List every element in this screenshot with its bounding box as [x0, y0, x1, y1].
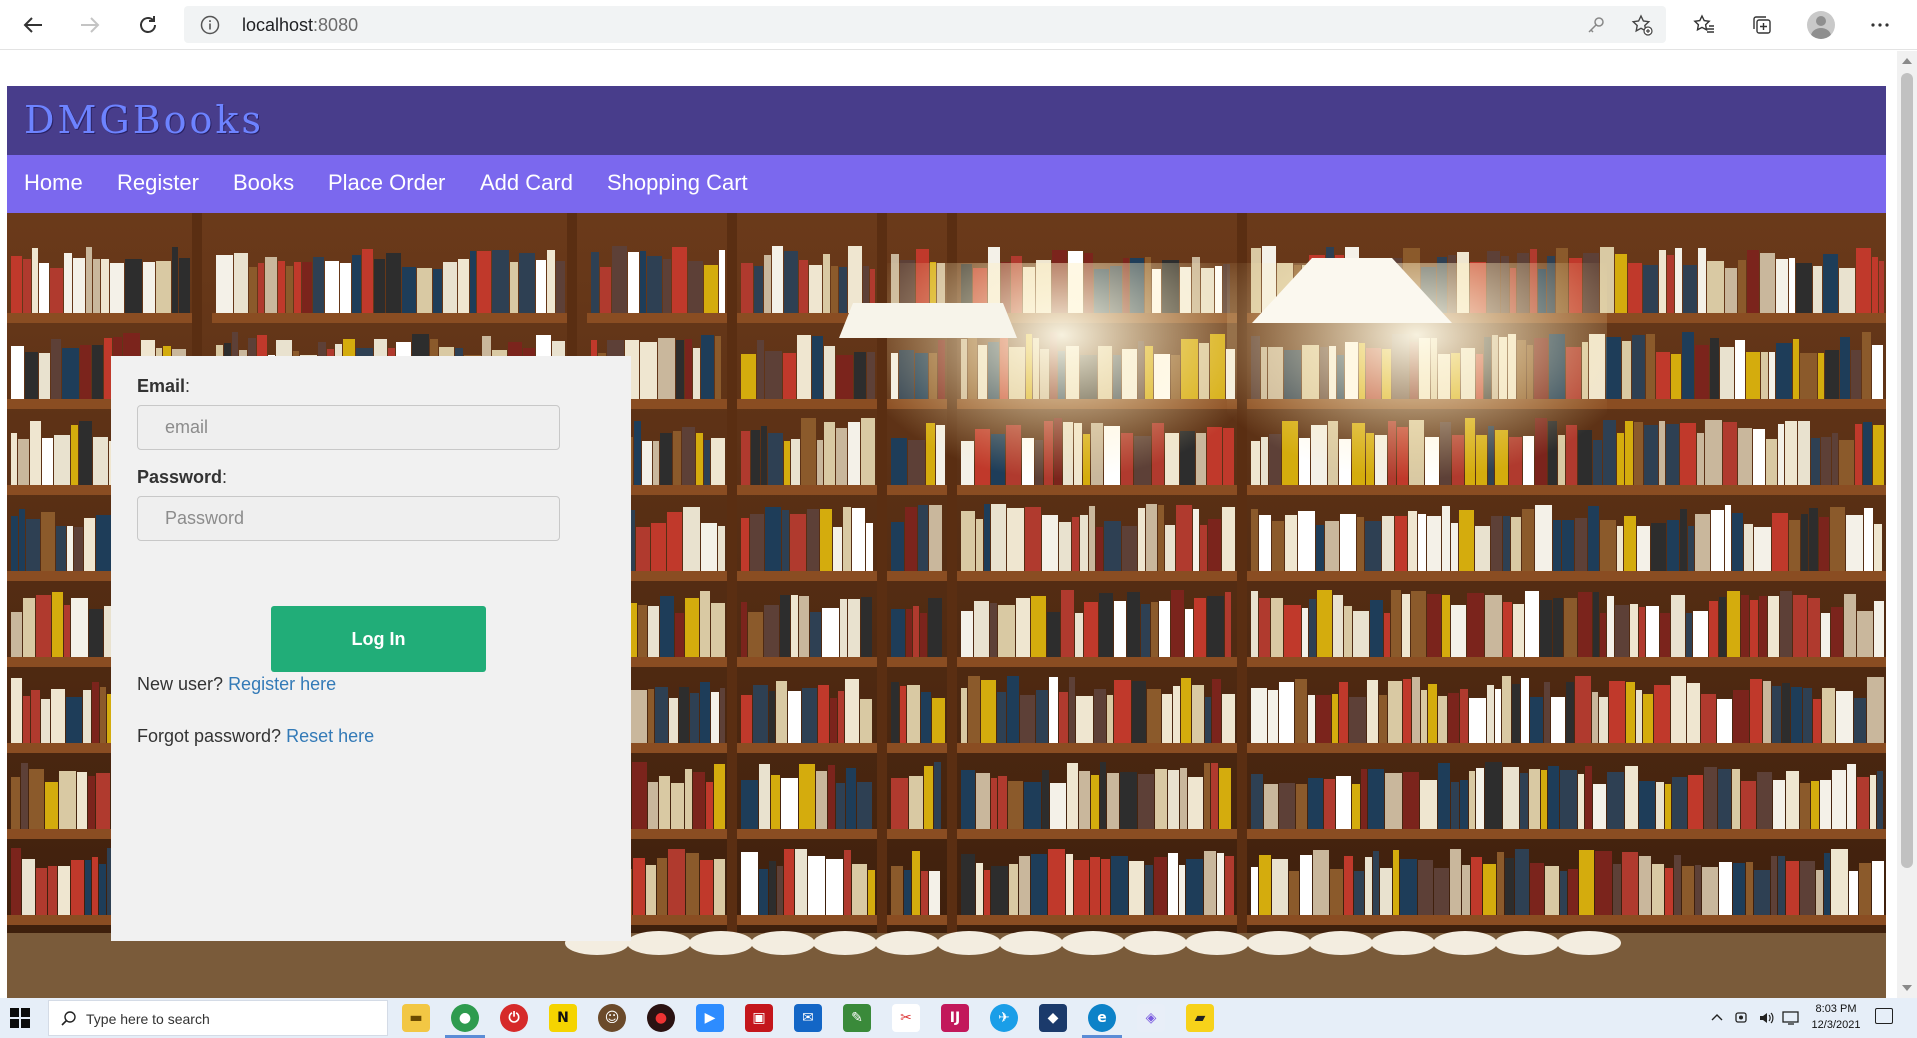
clock-date: 12/3/2021 — [1811, 1019, 1861, 1031]
page-viewport: DMGBooks Home Register Books Place Order… — [0, 51, 1897, 998]
favorites-button[interactable] — [1688, 9, 1720, 41]
zoom-icon[interactable]: ▶ — [696, 1004, 724, 1032]
edge-browser-icon[interactable]: e — [1082, 1004, 1122, 1038]
system-tray — [1710, 998, 1800, 1038]
refresh-icon — [140, 16, 156, 33]
volume-icon[interactable] — [1758, 1010, 1774, 1026]
login-panel: Email: Password: Log In New user? Regist… — [111, 356, 631, 941]
nav-shopping-cart[interactable]: Shopping Cart — [607, 170, 748, 196]
address-bar[interactable]: localhost:8080 — [184, 6, 1666, 43]
forward-arrow-icon — [81, 17, 100, 33]
lamp-shade-left — [839, 303, 1017, 338]
register-link[interactable]: Register here — [228, 674, 336, 694]
clock-time: 8:03 PM — [1815, 1003, 1857, 1015]
messenger-icon[interactable]: ✈ — [990, 1004, 1018, 1032]
nav-register[interactable]: Register — [117, 170, 199, 196]
refresh-button[interactable] — [132, 9, 164, 41]
favorites-icon — [1693, 14, 1714, 33]
password-label: Password: — [137, 467, 228, 487]
file-explorer-icon[interactable]: ▬ — [402, 1004, 430, 1032]
site-header: DMGBooks — [7, 86, 1886, 155]
intellij-icon[interactable]: IJ — [941, 1004, 969, 1032]
more-dots-icon — [1871, 23, 1889, 27]
email-label: Email: — [137, 376, 191, 396]
profile-button[interactable] — [1805, 9, 1837, 41]
scroll-up-icon[interactable] — [1902, 58, 1912, 64]
site-title: DMGBooks — [24, 98, 264, 142]
notepad-icon[interactable]: ✎ — [843, 1004, 871, 1032]
site-info-icon[interactable] — [200, 15, 220, 35]
reset-link[interactable]: Reset here — [286, 726, 374, 746]
new-user-line: New user? Register here — [137, 674, 336, 695]
settings-menu-button[interactable] — [1864, 9, 1896, 41]
forgot-password-text: Forgot password? — [137, 726, 282, 746]
network-icon[interactable] — [1782, 1010, 1800, 1026]
collections-icon — [1753, 16, 1771, 34]
power-app-icon[interactable]: ⏻ — [500, 1004, 528, 1032]
nav-add-card[interactable]: Add Card — [480, 170, 573, 196]
url-host: localhost — [242, 15, 314, 35]
password-input[interactable] — [137, 496, 560, 541]
back-button[interactable] — [17, 9, 49, 41]
nav-place-order[interactable]: Place Order — [328, 170, 445, 196]
scroll-down-icon[interactable] — [1902, 985, 1912, 991]
scroll-thumb[interactable] — [1901, 73, 1913, 868]
taskbar-search-placeholder: Type here to search — [86, 1011, 210, 1027]
login-button[interactable]: Log In — [271, 606, 486, 672]
forward-button[interactable] — [74, 9, 106, 41]
shape-app-icon[interactable]: ◈ — [1137, 1004, 1165, 1032]
back-arrow-icon — [23, 17, 42, 33]
vertical-scrollbar[interactable] — [1897, 51, 1917, 998]
key-icon[interactable] — [1584, 14, 1608, 36]
paint-icon[interactable]: ✂ — [892, 1004, 920, 1032]
nav-books[interactable]: Books — [233, 170, 294, 196]
mysql-icon[interactable]: ◆ — [1039, 1004, 1067, 1032]
chrome-browser-icon[interactable]: ● — [445, 1004, 485, 1038]
nav-home[interactable]: Home — [24, 170, 83, 196]
email-input[interactable] — [137, 405, 560, 450]
norton-icon[interactable]: N — [549, 1004, 577, 1032]
collections-button[interactable] — [1746, 9, 1778, 41]
mail-icon[interactable]: ✉ — [794, 1004, 822, 1032]
site-nav: Home Register Books Place Order Add Card… — [7, 155, 1886, 213]
url-port: :8080 — [313, 15, 359, 35]
new-user-text: New user? — [137, 674, 224, 694]
site-root: DMGBooks Home Register Books Place Order… — [7, 86, 1886, 998]
url-text[interactable]: localhost:8080 — [242, 15, 358, 36]
chevron-up-icon[interactable] — [1710, 1011, 1724, 1025]
browser-toolbar: localhost:8080 — [0, 0, 1917, 50]
avatar-app-icon[interactable]: ☺ — [598, 1004, 626, 1032]
profile-avatar-icon — [1807, 11, 1835, 39]
sticky-notes-icon[interactable]: ▰ — [1186, 1004, 1214, 1032]
notification-center-icon[interactable] — [1875, 1008, 1893, 1024]
taskbar-clock[interactable]: 8:03 PM 12/3/2021 — [1807, 1001, 1865, 1033]
windows-start-icon[interactable] — [10, 1008, 30, 1028]
meet-now-icon[interactable] — [1734, 1010, 1750, 1026]
windows-taskbar: Type here to search ▬ ● ⏻ N ☺ ● ▶ ▣ ✉ ✎ … — [0, 998, 1917, 1038]
add-favorite-icon[interactable] — [1630, 14, 1654, 36]
search-icon — [61, 1011, 76, 1026]
record-app-icon[interactable]: ● — [647, 1004, 675, 1032]
forgot-password-line: Forgot password? Reset here — [137, 726, 374, 747]
video-app-icon[interactable]: ▣ — [745, 1004, 773, 1032]
taskbar-search-box[interactable]: Type here to search — [48, 1000, 388, 1036]
